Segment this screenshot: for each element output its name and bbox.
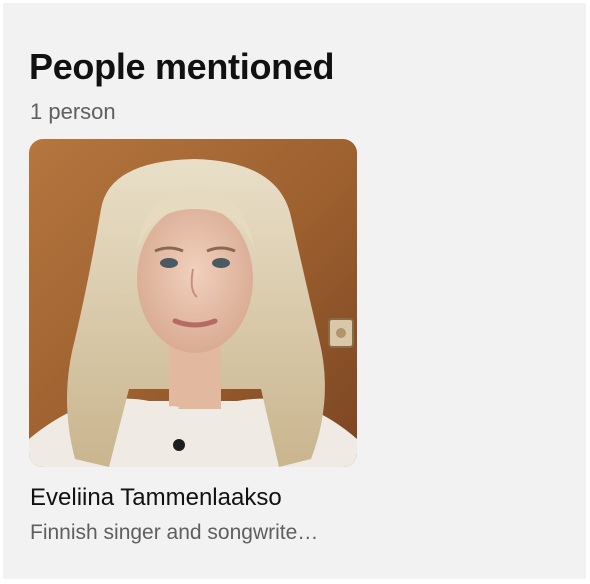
section-title: People mentioned [29,46,335,87]
person-photo[interactable] [29,139,357,467]
people-count: 1 person [30,99,116,124]
person-description: Finnish singer and songwrite… [30,521,319,544]
people-mentioned-panel: People mentioned 1 person Eveliina Tamme… [3,3,586,579]
person-name[interactable]: Eveliina Tammenlaakso [30,482,282,514]
person-card[interactable]: Eveliina Tammenlaakso Finnish singer and… [29,139,359,544]
